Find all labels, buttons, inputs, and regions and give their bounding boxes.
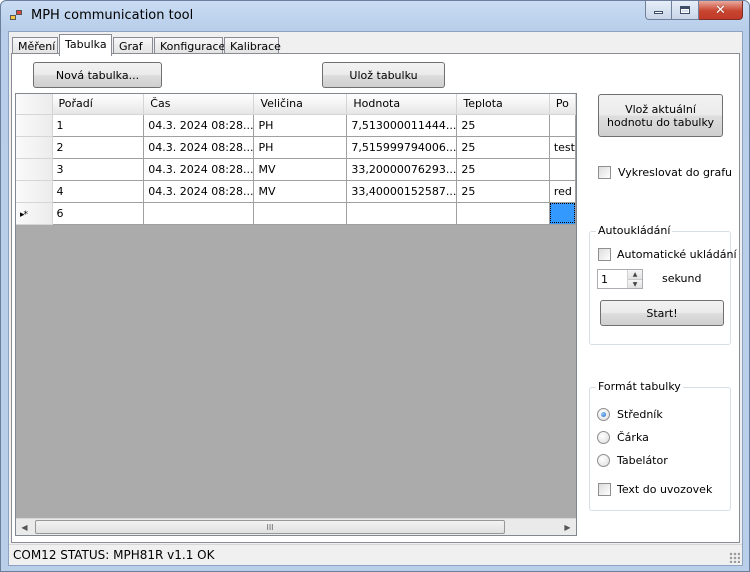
app-icon bbox=[10, 10, 24, 22]
cell-cas[interactable]: 04.3. 2024 08:28... bbox=[143, 114, 255, 137]
cell-poradi[interactable]: 3 bbox=[52, 158, 145, 181]
quotes-checkbox-label[interactable]: Text do uvozovek bbox=[617, 483, 712, 496]
col-header-teplota[interactable]: Teplota bbox=[456, 94, 550, 115]
status-text: COM12 STATUS: MPH81R v1.1 OK bbox=[13, 548, 215, 562]
close-button[interactable]: ✕ bbox=[699, 1, 743, 20]
cell-poznamka-selected[interactable] bbox=[549, 202, 576, 225]
status-bar: COM12 STATUS: MPH81R v1.1 OK bbox=[9, 544, 742, 565]
cell-teplota[interactable]: 25 bbox=[456, 136, 550, 159]
cell-hodnota[interactable]: 7,513000011444... bbox=[346, 114, 458, 137]
format-tab-label[interactable]: Tabelátor bbox=[617, 454, 668, 467]
col-header-hodnota[interactable]: Hodnota bbox=[346, 94, 458, 115]
autosave-group-title: Autoukládání bbox=[596, 224, 673, 237]
close-icon: ✕ bbox=[715, 2, 726, 18]
resize-grip-icon[interactable] bbox=[729, 552, 740, 563]
cell-poradi[interactable]: 1 bbox=[52, 114, 145, 137]
save-table-button[interactable]: Ulož tabulku bbox=[322, 62, 445, 88]
cell-poradi[interactable]: 2 bbox=[52, 136, 145, 159]
cell-cas[interactable] bbox=[143, 202, 255, 225]
autosave-group: Autoukládání Automatické ukládání 1 ▲ ▼ … bbox=[589, 224, 737, 345]
start-button[interactable]: Start! bbox=[600, 300, 724, 326]
app-window: MPH communication tool ✕ Měření Tabulka … bbox=[0, 0, 750, 572]
cell-hodnota[interactable] bbox=[346, 202, 458, 225]
window-title: MPH communication tool bbox=[31, 8, 194, 23]
minimize-icon bbox=[654, 11, 663, 14]
data-grid[interactable]: Pořadí Čas Veličina Hodnota Teplota Po 1 bbox=[15, 93, 577, 536]
cell-velicina[interactable]: PH bbox=[253, 114, 348, 137]
seconds-value[interactable]: 1 bbox=[601, 273, 608, 286]
cell-cas[interactable]: 04.3. 2024 08:28... bbox=[143, 180, 255, 203]
scroll-thumb[interactable]: III bbox=[35, 520, 505, 534]
seconds-stepper[interactable]: 1 ▲ ▼ bbox=[597, 269, 643, 289]
scroll-right-icon[interactable]: ▶ bbox=[559, 519, 576, 535]
new-row[interactable]: ▸* 6 bbox=[16, 202, 576, 225]
cell-poznamka[interactable]: red bbox=[549, 180, 576, 203]
cell-velicina[interactable] bbox=[253, 202, 348, 225]
format-group: Formát tabulky Středník Čárka Tabelátor … bbox=[589, 380, 731, 511]
cell-poradi[interactable]: 6 bbox=[52, 202, 145, 225]
cell-poznamka[interactable]: test bbox=[549, 136, 576, 159]
cell-cas[interactable]: 04.3. 2024 08:28... bbox=[143, 158, 255, 181]
horizontal-scrollbar[interactable]: ◀ III ▶ bbox=[16, 518, 576, 535]
plot-checkbox-label[interactable]: Vykreslovat do grafu bbox=[618, 166, 732, 179]
row-header[interactable] bbox=[16, 180, 53, 203]
maximize-icon bbox=[680, 6, 690, 14]
header-row: Pořadí Čas Veličina Hodnota Teplota Po bbox=[16, 94, 576, 115]
autosave-checkbox[interactable] bbox=[598, 248, 611, 261]
cell-teplota[interactable]: 25 bbox=[456, 158, 550, 181]
row-header[interactable] bbox=[16, 158, 53, 181]
col-header-poradi[interactable]: Pořadí bbox=[52, 94, 145, 115]
format-comma-radio[interactable] bbox=[597, 431, 610, 444]
format-semicolon-label[interactable]: Středník bbox=[617, 408, 663, 421]
cell-teplota[interactable]: 25 bbox=[456, 114, 550, 137]
tabulka-page: Nová tabulka... Ulož tabulku Pořadí Čas … bbox=[11, 53, 740, 543]
col-header-velicina[interactable]: Veličina bbox=[253, 94, 348, 115]
table-row[interactable]: 2 04.3. 2024 08:28... PH 7,515999794006.… bbox=[16, 136, 576, 159]
stepper-up-icon[interactable]: ▲ bbox=[628, 270, 642, 279]
seconds-label: sekund bbox=[662, 272, 702, 285]
format-group-title: Formát tabulky bbox=[596, 380, 683, 393]
caption-buttons: ✕ bbox=[645, 1, 743, 21]
client-area: Měření Tabulka Graf Konfigurace Kalibrac… bbox=[8, 31, 743, 566]
cell-poznamka[interactable] bbox=[549, 114, 576, 137]
tab-tabulka[interactable]: Tabulka bbox=[59, 34, 112, 56]
cell-hodnota[interactable]: 33,40000152587... bbox=[346, 180, 458, 203]
row-header-corner[interactable] bbox=[16, 94, 53, 115]
scroll-left-icon[interactable]: ◀ bbox=[16, 519, 33, 535]
format-tab-radio[interactable] bbox=[597, 454, 610, 467]
new-row-marker-icon: ▸* bbox=[20, 209, 28, 220]
new-table-button[interactable]: Nová tabulka... bbox=[33, 62, 162, 88]
cell-cas[interactable]: 04.3. 2024 08:28... bbox=[143, 136, 255, 159]
table-row[interactable]: 3 04.3. 2024 08:28... MV 33,20000076293.… bbox=[16, 158, 576, 181]
cell-teplota[interactable] bbox=[456, 202, 550, 225]
insert-value-button[interactable]: Vlož aktuální hodnotu do tabulky bbox=[598, 94, 723, 137]
cell-velicina[interactable]: MV bbox=[253, 180, 348, 203]
data-table: Pořadí Čas Veličina Hodnota Teplota Po 1 bbox=[16, 94, 576, 225]
autosave-checkbox-label[interactable]: Automatické ukládání bbox=[617, 248, 737, 261]
plot-checkbox[interactable] bbox=[598, 166, 611, 179]
format-comma-label[interactable]: Čárka bbox=[617, 431, 649, 444]
cell-hodnota[interactable]: 33,20000076293... bbox=[346, 158, 458, 181]
row-header[interactable] bbox=[16, 136, 53, 159]
cell-hodnota[interactable]: 7,515999794006... bbox=[346, 136, 458, 159]
cell-poradi[interactable]: 4 bbox=[52, 180, 145, 203]
stepper-down-icon[interactable]: ▼ bbox=[628, 279, 642, 288]
quotes-checkbox[interactable] bbox=[598, 483, 611, 496]
cell-poznamka[interactable] bbox=[549, 158, 576, 181]
new-row-header[interactable]: ▸* bbox=[16, 202, 53, 225]
table-row[interactable]: 4 04.3. 2024 08:28... MV 33,40000152587.… bbox=[16, 180, 576, 203]
maximize-button[interactable] bbox=[672, 1, 699, 20]
cell-velicina[interactable]: PH bbox=[253, 136, 348, 159]
col-header-poznamka[interactable]: Po bbox=[549, 94, 576, 115]
title-bar[interactable]: MPH communication tool ✕ bbox=[1, 1, 749, 31]
row-header[interactable] bbox=[16, 114, 53, 137]
table-row[interactable]: 1 04.3. 2024 08:28... PH 7,513000011444.… bbox=[16, 114, 576, 137]
cell-velicina[interactable]: MV bbox=[253, 158, 348, 181]
stepper-buttons: ▲ ▼ bbox=[627, 270, 642, 288]
minimize-button[interactable] bbox=[645, 1, 672, 20]
cell-teplota[interactable]: 25 bbox=[456, 180, 550, 203]
format-semicolon-radio[interactable] bbox=[597, 408, 610, 421]
scroll-thumb-grip-icon: III bbox=[266, 522, 274, 532]
col-header-cas[interactable]: Čas bbox=[143, 94, 255, 115]
